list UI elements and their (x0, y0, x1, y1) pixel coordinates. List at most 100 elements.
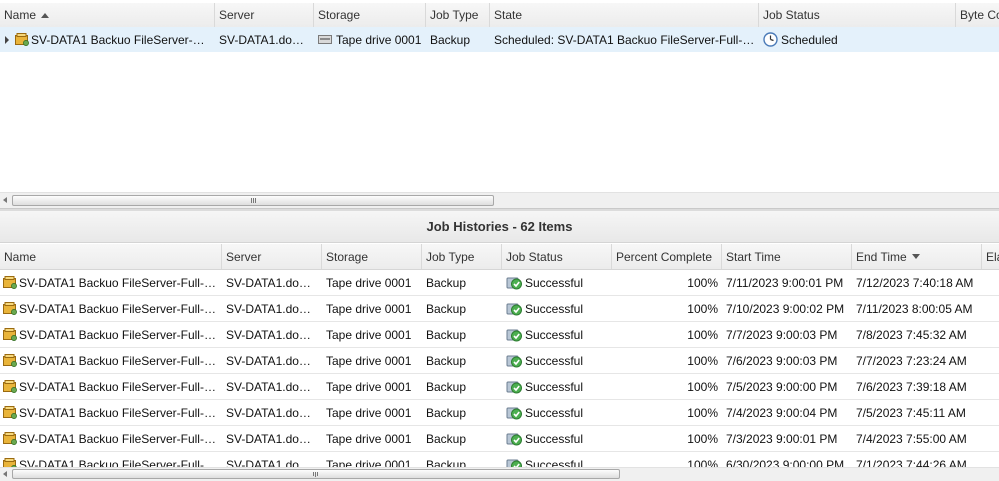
top-col-name[interactable]: Name (0, 3, 215, 27)
history-status-cell: Successful (502, 426, 612, 451)
sort-ascending-icon (41, 12, 50, 18)
history-job-type-cell: Backup (426, 431, 467, 446)
history-storage-cell: Tape drive 0001 (326, 327, 412, 342)
history-elapsed-cell (982, 374, 999, 399)
top-scroll-thumb[interactable] (12, 195, 494, 206)
scroll-left-arrow-icon[interactable] (3, 471, 7, 477)
history-name-cell: SV-DATA1 Backuo FileServer-Full-Weekly (0, 270, 222, 295)
history-status-cell: Successful (502, 296, 612, 321)
top-col-job-type[interactable]: Job Type (426, 3, 490, 27)
history-row[interactable]: SV-DATA1 Backuo FileServer-Full-Weekly SV… (0, 296, 999, 322)
backup-job-icon (3, 380, 17, 393)
top-col-job-status[interactable]: Job Status (759, 3, 956, 27)
backup-job-icon (3, 302, 17, 315)
history-end-time-cell: 7/12/2023 7:40:18 AM (856, 275, 974, 290)
sort-descending-icon (911, 254, 920, 259)
history-start-time-cell: 7/6/2023 9:00:03 PM (726, 353, 838, 368)
history-end-time-cell: 7/11/2023 8:00:05 AM (856, 301, 973, 316)
history-storage-cell: Tape drive 0001 (326, 275, 412, 290)
top-col-state[interactable]: State (490, 3, 759, 27)
hist-col-job-status[interactable]: Job Status (502, 244, 612, 269)
history-row[interactable]: SV-DATA1 Backuo FileServer-Full-Weekly SV… (0, 348, 999, 374)
scheduled-job-storage-cell: Tape drive 0001 (314, 27, 426, 52)
expand-row-icon[interactable] (5, 35, 9, 44)
history-percent-cell: 100% (687, 379, 718, 394)
scheduled-job-row[interactable]: SV-DATA1 Backuo FileServer-Full-Weekly S… (0, 27, 999, 52)
history-row[interactable]: SV-DATA1 Backuo FileServer-Full-Weekly SV… (0, 426, 999, 452)
history-start-time-cell: 7/11/2023 9:00:01 PM (726, 275, 844, 290)
hist-col-start-time[interactable]: Start Time (722, 244, 852, 269)
history-job-type-cell: Backup (426, 301, 467, 316)
grip-icon (251, 198, 256, 203)
history-percent-cell: 100% (687, 405, 718, 420)
successful-check-icon (506, 329, 522, 342)
scheduled-job-type-cell: Backup (430, 32, 471, 47)
backup-job-icon (3, 354, 17, 367)
history-job-type-cell: Backup (426, 405, 467, 420)
job-histories-title: Job Histories - 62 Items (0, 211, 999, 243)
history-elapsed-cell (982, 322, 999, 347)
history-status-cell: Successful (502, 270, 612, 295)
history-job-type-cell: Backup (426, 275, 467, 290)
history-elapsed-cell (982, 270, 999, 295)
hist-col-storage[interactable]: Storage (322, 244, 422, 269)
clock-icon (763, 32, 778, 47)
successful-check-icon (506, 277, 522, 290)
history-percent-cell: 100% (687, 353, 718, 368)
bottom-horizontal-scrollbar[interactable] (0, 467, 999, 481)
history-row[interactable]: SV-DATA1 Backuo FileServer-Full-Weekly SV… (0, 374, 999, 400)
history-row[interactable]: SV-DATA1 Backuo FileServer-Full-Weekly SV… (0, 400, 999, 426)
successful-check-icon (506, 303, 522, 316)
history-elapsed-cell (982, 348, 999, 373)
backup-job-icon (3, 276, 17, 289)
successful-check-icon (506, 433, 522, 446)
tape-drive-icon (318, 35, 332, 44)
history-server-cell: SV-DATA1.domain.local (226, 379, 318, 394)
history-status-cell: Successful (502, 322, 612, 347)
successful-check-icon (506, 407, 522, 420)
history-elapsed-cell (982, 426, 999, 451)
backup-job-icon (3, 432, 17, 445)
history-storage-cell: Tape drive 0001 (326, 431, 412, 446)
scroll-left-arrow-icon[interactable] (3, 197, 7, 203)
history-row[interactable]: SV-DATA1 Backuo FileServer-Full-Weekly SV… (0, 270, 999, 296)
hist-col-end-time[interactable]: End Time (852, 244, 982, 269)
history-name-cell: SV-DATA1 Backuo FileServer-Full-Weekly (0, 400, 222, 425)
history-storage-cell: Tape drive 0001 (326, 405, 412, 420)
hist-col-percent-complete[interactable]: Percent Complete (612, 244, 722, 269)
history-server-cell: SV-DATA1.domain.local (226, 353, 318, 368)
history-elapsed-cell (982, 296, 999, 321)
history-end-time-cell: 7/4/2023 7:55:00 AM (856, 431, 967, 446)
backup-job-icon (3, 406, 17, 419)
history-job-type-cell: Backup (426, 327, 467, 342)
hist-col-elapsed[interactable]: Ela (982, 244, 999, 269)
hist-col-job-type[interactable]: Job Type (422, 244, 502, 269)
histories-grid-header: Name Server Storage Job Type Job Status … (0, 244, 999, 270)
history-percent-cell: 100% (687, 431, 718, 446)
top-horizontal-scrollbar[interactable] (0, 192, 999, 208)
bottom-scroll-thumb[interactable] (12, 469, 620, 479)
grip-icon (313, 472, 318, 477)
history-name-cell: SV-DATA1 Backuo FileServer-Full-Weekly (0, 296, 222, 321)
history-percent-cell: 100% (687, 327, 718, 342)
history-end-time-cell: 7/6/2023 7:39:18 AM (856, 379, 967, 394)
top-col-byte-count[interactable]: Byte Co (956, 3, 999, 27)
scheduled-job-server-cell: SV-DATA1.domain.local (219, 32, 310, 47)
top-col-storage[interactable]: Storage (314, 3, 426, 27)
hist-col-name[interactable]: Name (0, 244, 222, 269)
history-status-cell: Successful (502, 348, 612, 373)
history-name-cell: SV-DATA1 Backuo FileServer-Full-Weekly (0, 348, 222, 373)
history-storage-cell: Tape drive 0001 (326, 379, 412, 394)
history-status-cell: Successful (502, 374, 612, 399)
scheduled-job-state-cell: Scheduled: SV-DATA1 Backuo FileServer-Fu… (494, 32, 755, 47)
backup-job-icon (15, 33, 29, 46)
history-server-cell: SV-DATA1.domain.local (226, 275, 318, 290)
backup-job-icon (3, 328, 17, 341)
successful-check-icon (506, 355, 522, 368)
top-col-server[interactable]: Server (215, 3, 314, 27)
history-status-cell: Successful (502, 400, 612, 425)
history-row[interactable]: SV-DATA1 Backuo FileServer-Full-Weekly SV… (0, 322, 999, 348)
hist-col-server[interactable]: Server (222, 244, 322, 269)
history-job-type-cell: Backup (426, 379, 467, 394)
history-start-time-cell: 7/7/2023 9:00:03 PM (726, 327, 838, 342)
